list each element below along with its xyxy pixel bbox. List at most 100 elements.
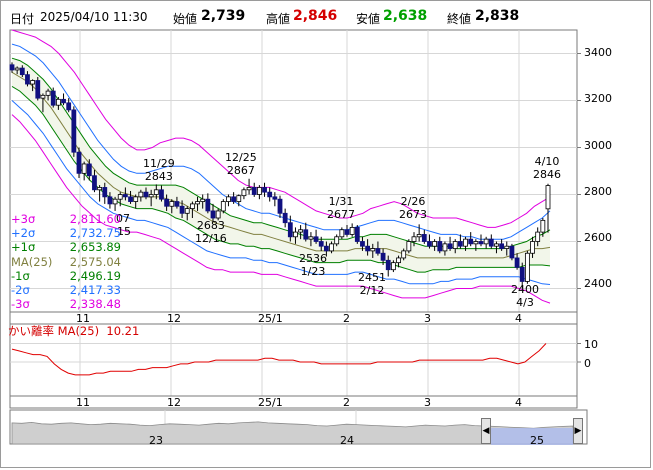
legend-row-m3: -3σ 2,338.48 (11, 297, 121, 312)
candle-body (349, 226, 355, 235)
candle-body (102, 187, 108, 198)
candle-body (143, 191, 149, 198)
candle-body (226, 196, 231, 202)
candle-body (390, 262, 396, 271)
x2-label-25-1: 25/1 (258, 396, 283, 409)
candle-body (9, 64, 15, 71)
y-label-3400: 3400 (584, 46, 612, 59)
candle-body (251, 187, 257, 195)
candle-body (205, 198, 211, 212)
y-label-2400: 2400 (584, 277, 612, 290)
x-label-4: 4 (515, 312, 522, 325)
deviation-label: かい離率 MA(25) 10.21 (8, 324, 140, 338)
candle-body (164, 198, 170, 207)
candle-body (545, 185, 551, 210)
candle-body (313, 236, 319, 242)
bollinger-legend: +3σ 2,811.60 +2σ 2,732.75 +1σ 2,653.89 MA(2… (11, 212, 121, 311)
candle-body (133, 196, 139, 202)
candle-body (267, 191, 273, 198)
candle-body (287, 222, 293, 238)
annotation-226: 2/26 2673 (399, 195, 427, 221)
candle-body (236, 195, 242, 202)
x2-label-12: 12 (167, 396, 181, 409)
legend-row-p3: +3σ 2,811.60 (11, 212, 121, 226)
nav-label-25: 25 (530, 434, 544, 447)
candle-body (272, 196, 278, 200)
candle-body (117, 194, 123, 200)
candle-body (55, 98, 61, 106)
candle-body (169, 201, 175, 207)
candle-body (535, 231, 541, 242)
y-label-3000: 3000 (584, 139, 612, 152)
candle-body (210, 210, 216, 219)
date-axis-strip-2 (9, 395, 578, 409)
x-label-12: 12 (167, 312, 181, 325)
candle-body (344, 229, 350, 235)
legend-row-m1: -1σ 2,496.19 (11, 268, 121, 283)
candle-body (215, 210, 221, 219)
legend-row-m2: -2σ 2,417.33 (11, 282, 121, 297)
candle-body (61, 98, 66, 104)
candle-body (452, 241, 458, 249)
candle-body (442, 243, 448, 252)
x2-label-2: 2 (343, 396, 350, 409)
candle-body (66, 102, 72, 111)
candle-body (509, 245, 515, 259)
candle-body (488, 238, 494, 247)
annotation-43: 2400 4/3 (511, 283, 539, 309)
legend-row-p1: +1σ 2,653.89 (11, 240, 121, 255)
candle-body (499, 243, 505, 249)
candle-body (19, 67, 25, 76)
candle-body (179, 205, 185, 214)
candle-body (370, 248, 376, 252)
candle-body (35, 80, 41, 99)
candle-body (174, 201, 180, 207)
candle-body (303, 229, 309, 240)
candle-body (293, 231, 298, 238)
x2-label-4: 4 (515, 396, 522, 409)
candle-body (540, 219, 546, 233)
x-label-3: 3 (424, 312, 431, 325)
candle-body (360, 241, 365, 247)
candle-body (122, 194, 128, 198)
candle-body (354, 226, 360, 242)
candle-body (128, 196, 133, 202)
candle-body (30, 80, 36, 85)
annotation-1225: 12/25 2867 (225, 151, 257, 177)
candle-body (92, 175, 97, 191)
annotation-212: 2451 2/12 (358, 271, 386, 297)
candle-body (184, 208, 190, 214)
candle-body (514, 257, 520, 268)
x-label-2: 2 (343, 312, 350, 325)
candle-body (339, 229, 345, 238)
candle-body (406, 241, 412, 252)
candle-body (14, 67, 20, 71)
candle-body (220, 201, 226, 212)
candle-body (380, 252, 386, 261)
candle-body (246, 187, 252, 191)
candle-body (148, 194, 154, 198)
candle-body (45, 90, 51, 96)
candle-body (329, 243, 334, 252)
candle-body (365, 245, 371, 252)
candle-body (396, 257, 401, 264)
candle-body (437, 241, 443, 252)
nav-label-23: 23 (149, 434, 163, 447)
candle-body (241, 189, 247, 197)
dev-y-label-10: 10 (584, 338, 598, 351)
navigator-right-handle[interactable]: ▶ (573, 418, 583, 444)
candle-body (524, 252, 530, 282)
candle-body (519, 266, 525, 282)
candle-body (308, 236, 314, 240)
candle-body (189, 203, 195, 209)
candle-body (76, 151, 82, 174)
candle-body (504, 245, 510, 249)
dev-y-label-0: 0 (584, 357, 591, 370)
candle-body (86, 163, 92, 177)
candle-body (318, 241, 324, 247)
nav-label-24: 24 (340, 434, 354, 447)
candle-body (50, 90, 56, 106)
candle-body (530, 241, 535, 254)
candle-body (107, 196, 113, 205)
navigator-left-handle[interactable]: ◀ (481, 418, 491, 444)
